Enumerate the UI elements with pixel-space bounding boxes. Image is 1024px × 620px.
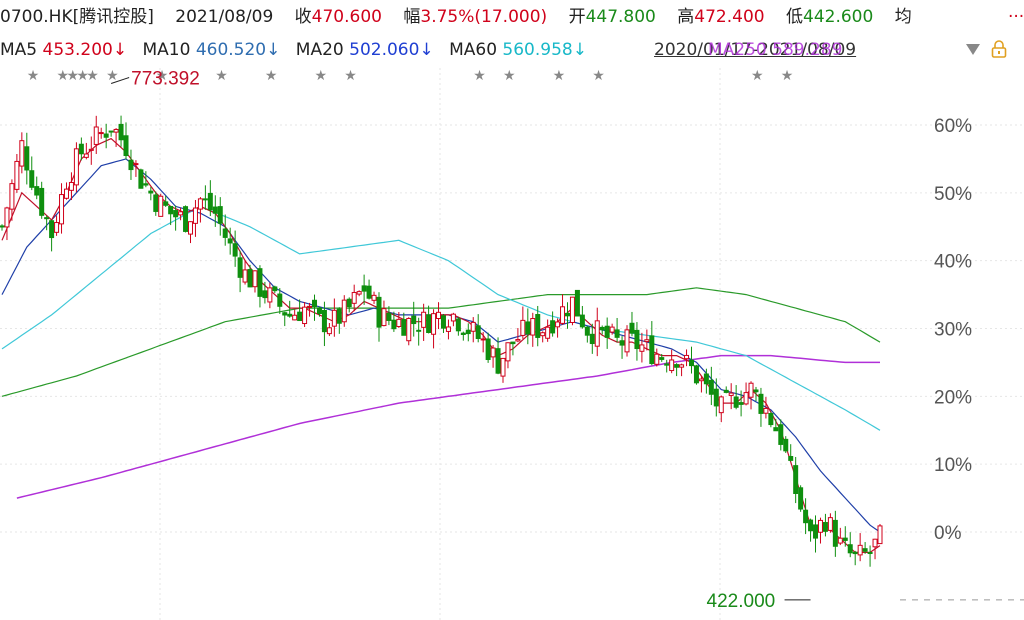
- event-star-marker[interactable]: ★: [473, 68, 486, 84]
- low-label: 低: [786, 7, 803, 27]
- max-annotation-label: 773.392: [131, 69, 200, 90]
- candle[interactable]: [569, 296, 575, 326]
- close-label: 收: [294, 7, 312, 27]
- event-star-marker[interactable]: ★: [503, 68, 516, 84]
- ma5-label[interactable]: MA5: [0, 39, 37, 61]
- ma10-label[interactable]: MA10: [142, 39, 190, 61]
- ma5-value: 453.200↓: [42, 40, 128, 60]
- ma20-value: 502.060↓: [349, 40, 434, 60]
- y-tick-label: 40%: [934, 252, 972, 273]
- y-tick-label: 0%: [934, 523, 962, 544]
- open-label: 开: [568, 7, 586, 27]
- candle[interactable]: [624, 325, 630, 357]
- candle[interactable]: [693, 364, 699, 385]
- event-star-marker[interactable]: ★: [27, 68, 40, 84]
- min-annotation-label: 422.000: [707, 591, 776, 612]
- y-tick-label: 60%: [934, 116, 972, 137]
- y-tick-label: 20%: [934, 387, 972, 408]
- change-label: 幅: [403, 7, 421, 27]
- high-label: 高: [677, 7, 695, 27]
- candle[interactable]: [768, 411, 774, 428]
- moving-average-legend: MA5 453.200↓ MA10 460.520↓ MA20 502.060↓…: [0, 39, 587, 61]
- candle[interactable]: [877, 524, 883, 545]
- quote-date: 2021/08/09: [175, 7, 274, 27]
- event-star-marker[interactable]: ★: [751, 68, 764, 84]
- lock-icon[interactable]: [991, 40, 1007, 58]
- ma10-value: 460.520↓: [195, 40, 281, 60]
- stock-title[interactable]: 0700.HK[腾讯控股]: [0, 6, 154, 28]
- quote-header: 0700.HK[腾讯控股] 2021/08/09 收470.600 幅3.75%…: [0, 6, 912, 28]
- candle[interactable]: [341, 295, 347, 327]
- ma20-label[interactable]: MA20: [296, 39, 344, 61]
- low-value: 442.600: [803, 7, 874, 27]
- close-value: 470.600: [311, 7, 382, 27]
- candle[interactable]: [138, 168, 144, 189]
- event-star-marker[interactable]: ★: [314, 68, 327, 84]
- candle[interactable]: [574, 289, 580, 317]
- change-value: 3.75%(17.000): [420, 7, 548, 27]
- candle[interactable]: [798, 485, 804, 512]
- event-star-marker[interactable]: ★: [265, 68, 278, 84]
- event-star-marker[interactable]: ★: [781, 68, 794, 84]
- price-chart[interactable]: ★ ★★★★ ★ ★ ★ ★ ★ ★ ★ ★ ★ ★ ★ ★ 60%50%40%30%20%10%0% 7…: [0, 0, 1024, 620]
- event-star-marker[interactable]: ★: [86, 68, 99, 84]
- event-star-marker[interactable]: ★: [344, 68, 357, 84]
- y-tick-label: 30%: [934, 320, 972, 341]
- event-star-marker[interactable]: ★: [592, 68, 605, 84]
- dropdown-arrow-icon[interactable]: [966, 44, 980, 55]
- candle[interactable]: [406, 317, 412, 346]
- event-star-marker[interactable]: ★: [553, 68, 566, 84]
- open-value: 447.800: [585, 7, 656, 27]
- ma60-value: 560.958↓: [502, 40, 587, 60]
- high-value: 472.400: [694, 7, 765, 27]
- y-tick-label: 10%: [934, 455, 972, 476]
- candle[interactable]: [73, 142, 79, 193]
- avg-label: 均: [894, 7, 912, 27]
- candle[interactable]: [158, 193, 164, 217]
- y-tick-label: 50%: [934, 184, 972, 205]
- more-icon[interactable]: ...: [1008, 2, 1024, 22]
- ma250-value: MA250 589.289: [708, 40, 843, 60]
- event-star-marker[interactable]: ★: [215, 68, 228, 84]
- ma60-label[interactable]: MA60: [449, 39, 497, 61]
- candle[interactable]: [183, 205, 189, 233]
- chart-window: ★ ★ ★ ★ ★ ★ ★ ★ ★ ★ ★ ★ ★ ★ ★ ★ ★ 60% 50% 40% 30% 20% 10% 0% 7…: [0, 0, 1024, 620]
